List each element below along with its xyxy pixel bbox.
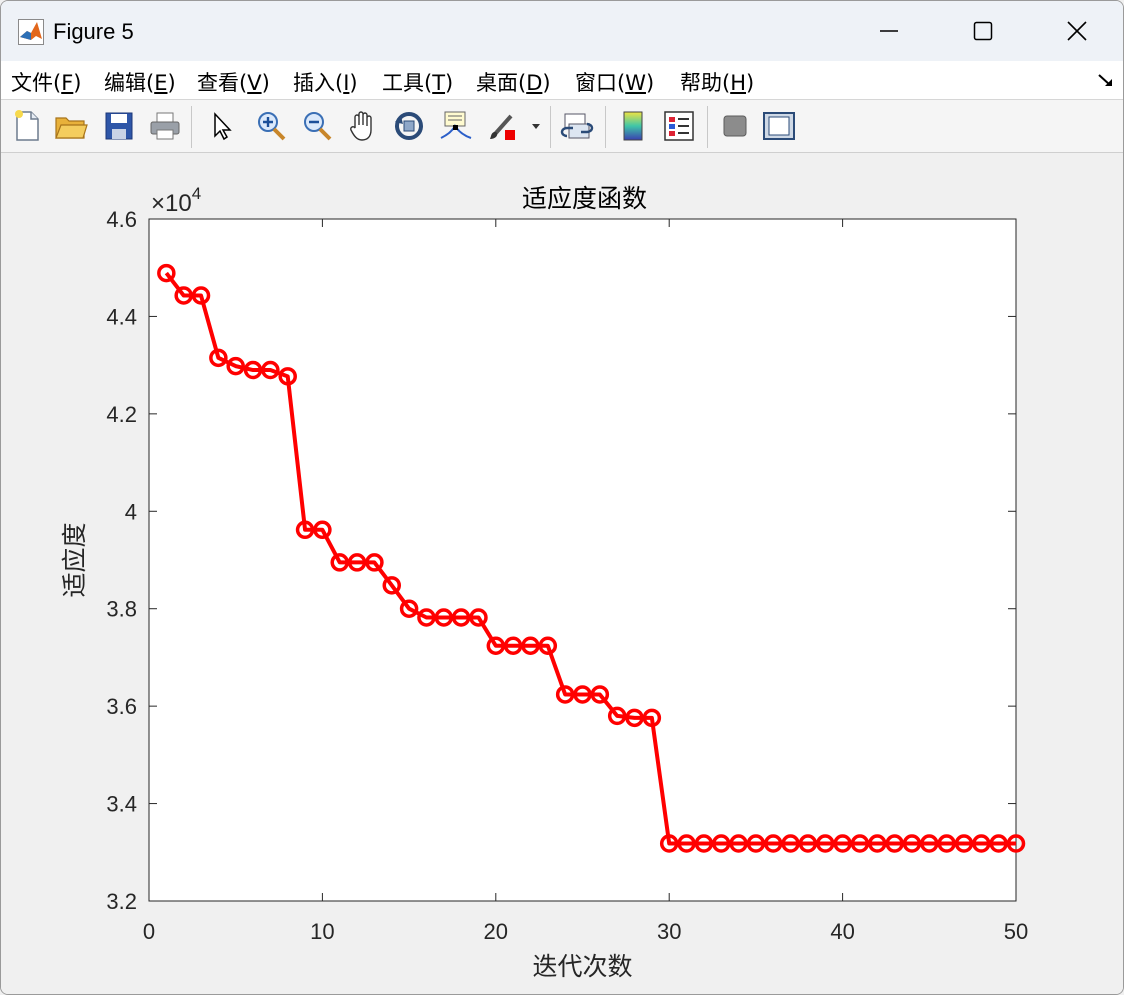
x-tick-label: 50: [1004, 919, 1028, 944]
pointer-icon: [214, 112, 232, 141]
menu-edit[interactable]: 编辑(E): [104, 67, 176, 97]
menu-help[interactable]: 帮助(H): [680, 67, 754, 97]
link-plot-button[interactable]: [559, 108, 595, 144]
link-plot-icon: [560, 113, 594, 139]
matlab-logo-icon: [18, 19, 44, 45]
rotate-3d-icon: [395, 112, 423, 140]
insert-colorbar-button[interactable]: [615, 108, 651, 144]
figure-toolbar: [1, 100, 1123, 153]
y-exponent-base: ×10: [151, 190, 192, 217]
menu-insert[interactable]: 插入(I): [293, 67, 358, 97]
y-exponent-label: ×104: [151, 184, 201, 217]
print-button[interactable]: [147, 108, 183, 144]
brush-dropdown-button[interactable]: [529, 108, 543, 144]
y-tick-label: 3.6: [106, 694, 137, 719]
figure-window: Figure 5 文件(F) 编辑(E) 查看(V) 插入(I) 工具(T) 桌…: [0, 0, 1124, 995]
dock-figure-icon[interactable]: [1097, 73, 1115, 89]
menu-tools[interactable]: 工具(T): [382, 67, 453, 97]
x-tick-label: 20: [484, 919, 508, 944]
x-tick-label: 0: [143, 919, 155, 944]
rotate-3d-button[interactable]: [391, 108, 427, 144]
brush-icon: [490, 114, 515, 140]
colorbar-icon: [623, 111, 643, 141]
title-bar[interactable]: Figure 5: [1, 1, 1123, 61]
show-plot-tools-button[interactable]: [761, 108, 797, 144]
open-file-icon: [55, 117, 88, 139]
x-tick-label: 30: [657, 919, 681, 944]
menu-view[interactable]: 查看(V): [197, 67, 270, 97]
y-tick-label: 3.2: [106, 889, 137, 914]
minimize-icon: [880, 30, 898, 32]
fitness-plot[interactable]: 0 10 20 30 40 503.23.43.63.844.24.44.6×104 适应度…: [1, 153, 1123, 994]
x-tick-label: 40: [830, 919, 854, 944]
data-cursor-icon: [440, 111, 472, 139]
zoom-out-icon: [304, 112, 332, 141]
maximize-button[interactable]: [937, 1, 1029, 61]
toolbar-separator: [707, 106, 708, 148]
toolbar-separator: [550, 106, 551, 148]
chevron-down-icon: [532, 124, 540, 129]
print-icon: [150, 112, 180, 140]
hide-plot-tools-button[interactable]: [717, 108, 753, 144]
save-icon: [105, 112, 133, 140]
insert-legend-button[interactable]: [661, 108, 697, 144]
zoom-out-button[interactable]: [299, 108, 335, 144]
zoom-in-icon: [258, 112, 286, 141]
hide-plot-tools-icon: [723, 115, 747, 137]
chart-title: 适应度函数: [522, 184, 647, 213]
menu-bar: 文件(F) 编辑(E) 查看(V) 插入(I) 工具(T) 桌面(D) 窗口(W…: [1, 61, 1123, 100]
y-tick-label: 3.8: [106, 597, 137, 622]
x-tick-label: 10: [310, 919, 334, 944]
brush-button[interactable]: [485, 108, 521, 144]
open-file-button[interactable]: [53, 108, 89, 144]
new-figure-button[interactable]: [9, 108, 45, 144]
menu-desktop[interactable]: 桌面(D): [476, 67, 551, 97]
plot-area[interactable]: [148, 218, 1017, 902]
maximize-icon: [973, 21, 993, 41]
y-tick-label: 3.4: [106, 792, 137, 817]
toolbar-separator: [191, 106, 192, 148]
new-figure-icon: [15, 110, 39, 141]
y-axis-label: 适应度: [60, 522, 89, 597]
show-plot-tools-icon: [763, 112, 795, 140]
close-button[interactable]: [1031, 1, 1123, 61]
menu-window[interactable]: 窗口(W): [575, 67, 654, 97]
x-axis-label: 迭代次数: [532, 952, 632, 981]
pan-icon: [350, 111, 372, 141]
data-cursor-button[interactable]: [437, 108, 473, 144]
edit-plot-button[interactable]: [203, 108, 239, 144]
y-tick-label: 4.6: [106, 207, 137, 232]
minimize-button[interactable]: [843, 1, 935, 61]
y-tick-label: 4.2: [106, 402, 137, 427]
y-tick-label: 4: [125, 499, 137, 524]
window-title: Figure 5: [53, 19, 134, 44]
zoom-in-button[interactable]: [253, 108, 289, 144]
close-icon: [1067, 21, 1087, 41]
save-button[interactable]: [101, 108, 137, 144]
figure-canvas: 0 10 20 30 40 50 3.2 3.4 3.6 3.8 4 4.2 4.4 4.6 ×104 适应度…: [1, 153, 1123, 994]
y-tick-label: 4.4: [106, 304, 137, 329]
legend-icon: [664, 111, 694, 141]
menu-file[interactable]: 文件(F): [11, 67, 82, 97]
pan-button[interactable]: [345, 108, 381, 144]
y-exponent-power: 4: [192, 184, 201, 203]
toolbar-separator: [605, 106, 606, 148]
